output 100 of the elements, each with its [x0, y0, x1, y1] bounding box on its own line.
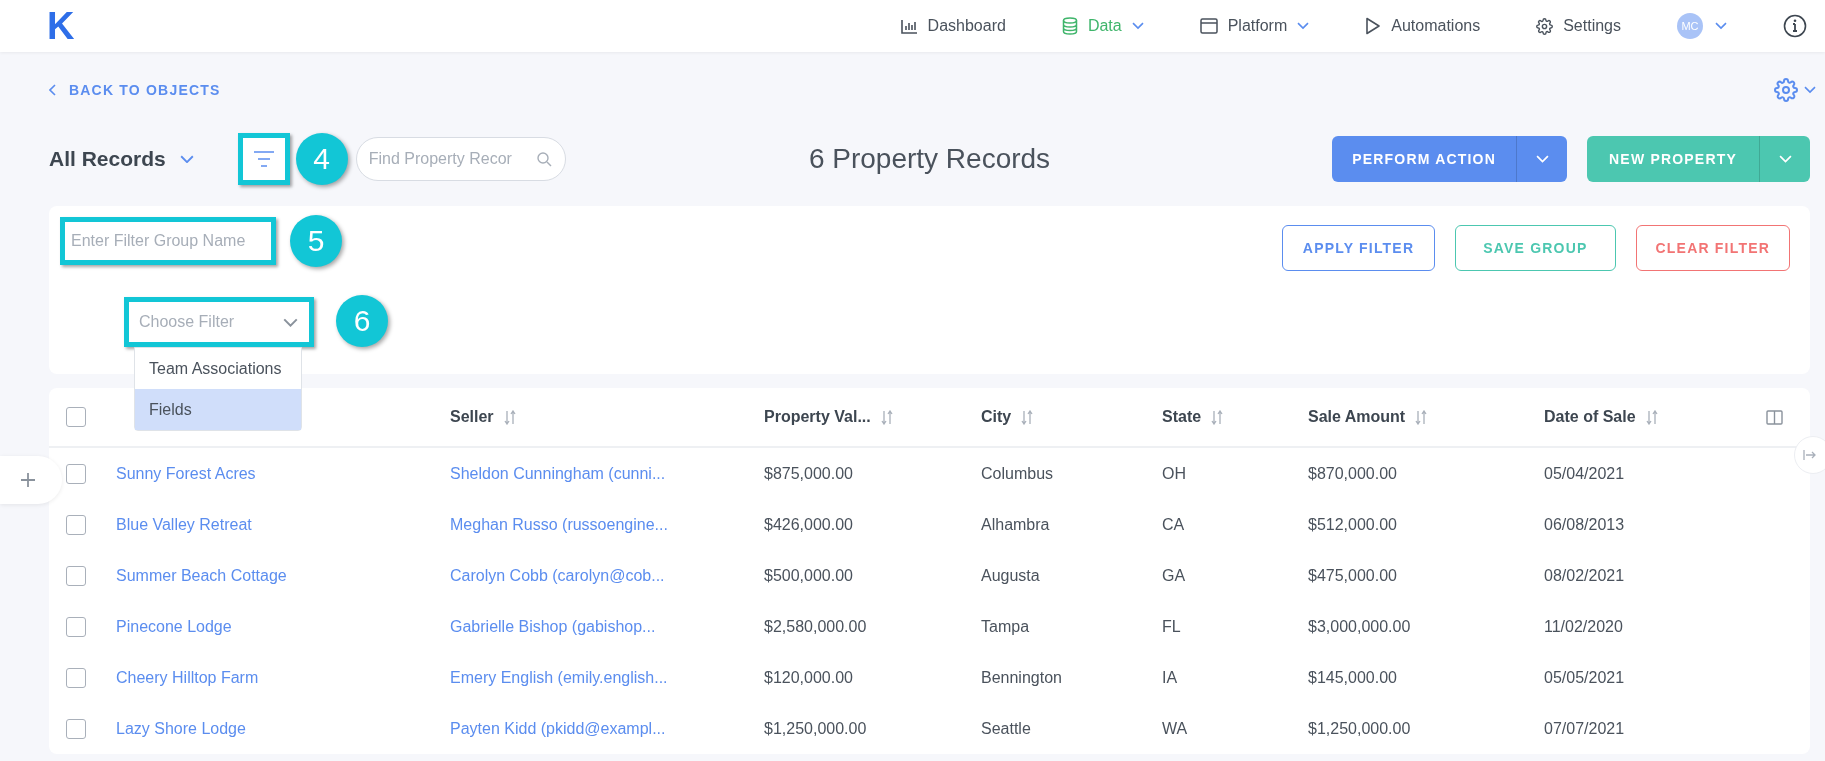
table-cell: $426,000.00: [764, 515, 853, 534]
menu-item[interactable]: Fields: [135, 389, 301, 430]
table-cell: CA: [1162, 515, 1185, 534]
columns-icon[interactable]: [1766, 409, 1783, 425]
table-cell: $875,000.00: [764, 464, 853, 483]
seller-link[interactable]: Payten Kidd (pkidd@exampl...: [450, 719, 666, 738]
table-cell: OH: [1162, 464, 1186, 483]
record-link[interactable]: Pinecone Lodge: [116, 617, 232, 636]
sort-icon[interactable]: [1021, 409, 1034, 425]
choose-filter-field[interactable]: Choose Filter: [124, 297, 314, 347]
table-cell: FL: [1162, 617, 1181, 636]
record-link[interactable]: Cheery Hilltop Farm: [116, 668, 259, 687]
caret-icon: [179, 154, 194, 164]
nav-item[interactable]: Settings: [1536, 17, 1621, 35]
add-button[interactable]: [0, 456, 62, 504]
group-name-field[interactable]: Enter Filter Group Name: [60, 217, 276, 265]
row-checkbox[interactable]: [66, 718, 86, 739]
record-link[interactable]: Blue Valley Retreat: [116, 515, 252, 534]
expand-button[interactable]: [1794, 436, 1825, 474]
settings-icon: [1536, 17, 1554, 35]
record-link[interactable]: Summer Beach Cottage: [116, 566, 287, 585]
bar-chart-icon: [900, 18, 918, 34]
table-cell: $2,580,000.00: [764, 617, 867, 636]
seller-link[interactable]: Sheldon Cunningham (cunni...: [450, 464, 666, 483]
settings-button[interactable]: [1774, 78, 1816, 102]
back-link[interactable]: BACK TO OBJECTS: [49, 82, 221, 98]
seller-link[interactable]: Gabrielle Bishop (gabishop...: [450, 617, 656, 636]
plus-icon: [20, 472, 36, 488]
info-icon[interactable]: [1783, 14, 1807, 38]
row-checkbox[interactable]: [66, 565, 86, 586]
play-icon: [1365, 17, 1382, 35]
table-cell: Bennington: [981, 668, 1062, 687]
callout-badge: 4: [295, 133, 348, 185]
column-header[interactable]: City: [981, 408, 1034, 426]
search-icon: [536, 151, 552, 167]
row-checkbox[interactable]: [66, 463, 86, 484]
seller-link[interactable]: Meghan Russo (russoengine...: [450, 515, 668, 534]
filter-action-button[interactable]: APPLY FILTER: [1281, 225, 1436, 271]
table-cell: Alhambra: [981, 515, 1050, 534]
filter-action-button[interactable]: SAVE GROUP: [1455, 225, 1616, 271]
table-cell: $512,000.00: [1308, 515, 1397, 534]
table-cell: Seattle: [981, 719, 1031, 738]
table-cell: $145,000.00: [1308, 668, 1397, 687]
nav-item[interactable]: Platform: [1199, 17, 1310, 35]
logo[interactable]: K: [47, 4, 75, 48]
record-link[interactable]: Sunny Forest Acres: [116, 464, 256, 483]
seller-link[interactable]: Carolyn Cobb (carolyn@cob...: [450, 566, 665, 585]
sort-icon[interactable]: [1211, 409, 1224, 425]
sort-icon[interactable]: [880, 409, 893, 425]
table-cell: $500,000.00: [764, 566, 853, 585]
database-icon: [1061, 17, 1078, 35]
search-field[interactable]: Find Property Recor: [355, 137, 566, 181]
table-cell: Augusta: [981, 566, 1040, 585]
page-title: 6 Property Records: [808, 143, 1051, 175]
highlight-frame: [237, 133, 290, 185]
nav-item[interactable]: Automations: [1365, 17, 1481, 35]
callout-badge: 6: [336, 295, 388, 347]
table-cell: IA: [1162, 668, 1178, 687]
table-cell: 06/08/2013: [1544, 515, 1625, 534]
sort-icon[interactable]: [503, 409, 516, 425]
select-all-checkbox[interactable]: [66, 407, 86, 427]
caret-icon: [1715, 22, 1727, 30]
table-cell: $1,250,000.00: [764, 719, 867, 738]
table-cell: $3,000,000.00: [1308, 617, 1411, 636]
table-cell: WA: [1162, 719, 1188, 738]
row-checkbox[interactable]: [66, 616, 86, 637]
record-link[interactable]: Lazy Shore Lodge: [116, 719, 246, 738]
sort-icon[interactable]: [1645, 409, 1658, 425]
table-cell: $475,000.00: [1308, 566, 1397, 585]
column-header[interactable]: State: [1162, 408, 1224, 426]
filter-action-button[interactable]: CLEAR FILTER: [1635, 225, 1790, 271]
table-cell: 11/02/2020: [1544, 617, 1623, 636]
callout-badge: 5: [290, 215, 342, 267]
seller-link[interactable]: Emery English (emily.english...: [450, 668, 668, 687]
action-button[interactable]: NEW PROPERTY: [1587, 136, 1760, 182]
row-checkbox[interactable]: [66, 667, 86, 688]
column-header[interactable]: Date of Sale: [1544, 408, 1658, 426]
table-cell: $1,250,000.00: [1308, 719, 1411, 738]
arrow-right-icon: [1803, 449, 1817, 461]
table-cell: 05/04/2021: [1544, 464, 1625, 483]
column-header[interactable]: Property Val...: [764, 408, 893, 426]
column-header[interactable]: Sale Amount: [1308, 408, 1428, 426]
caret-icon: [1535, 155, 1549, 163]
table-cell: 05/05/2021: [1544, 668, 1625, 687]
settings-icon: [1774, 78, 1798, 102]
view-selector[interactable]: All Records: [49, 147, 194, 171]
nav-item[interactable]: Dashboard: [900, 17, 1006, 35]
action-button[interactable]: PERFORM ACTION: [1332, 136, 1518, 182]
table-cell: Tampa: [981, 617, 1030, 636]
nav-item[interactable]: Data: [1061, 17, 1144, 35]
sort-icon[interactable]: [1415, 409, 1428, 425]
column-header[interactable]: Seller: [450, 408, 516, 426]
caret-icon: [1804, 86, 1816, 94]
row-checkbox[interactable]: [66, 514, 86, 535]
filter-icon: [252, 151, 275, 167]
avatar[interactable]: MC: [1677, 13, 1703, 39]
table-cell: GA: [1162, 566, 1186, 585]
table-cell: 08/02/2021: [1544, 566, 1625, 585]
chevron-icon: [283, 317, 298, 327]
table-cell: Columbus: [981, 464, 1054, 483]
